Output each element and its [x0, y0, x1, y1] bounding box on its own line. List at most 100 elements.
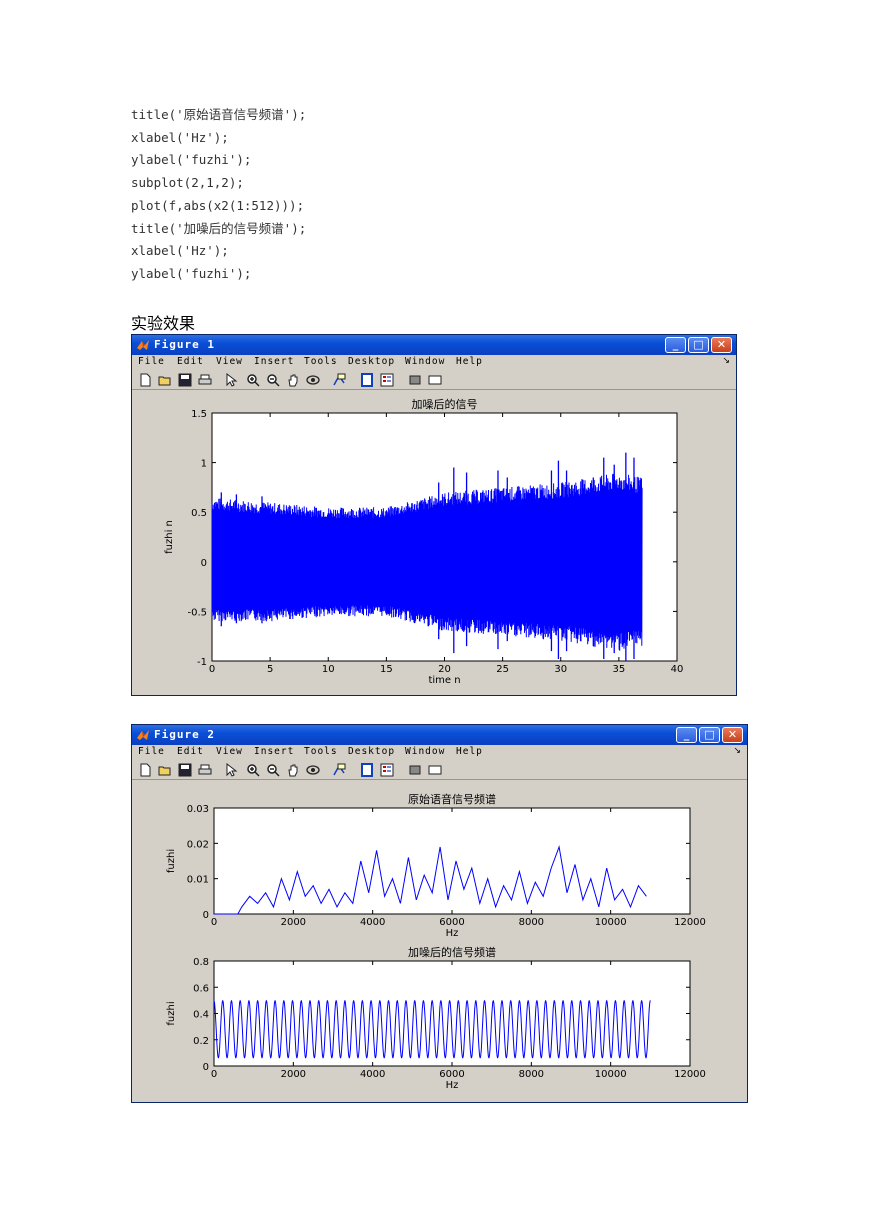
- menu-window[interactable]: Window: [405, 746, 445, 757]
- code-line: title('加噪后的信号频谱');: [131, 220, 307, 236]
- figure2-title-bar[interactable]: Figure 2 _ □ ✕: [132, 725, 747, 745]
- new-file-icon[interactable]: [138, 373, 152, 387]
- show-plot-tools-icon[interactable]: [428, 763, 442, 777]
- section-heading: 实验效果: [131, 314, 196, 333]
- fig1-x-tick-label: 35: [613, 664, 626, 675]
- code-line: subplot(2,1,2);: [131, 175, 244, 191]
- figure2-menubar: File Edit View Insert Tools Desktop Window Help…: [132, 745, 747, 762]
- fig1-y-tick-label: 0: [201, 558, 207, 569]
- save-icon[interactable]: [178, 373, 192, 387]
- open-folder-icon[interactable]: [158, 373, 172, 387]
- close-button[interactable]: ✕: [722, 727, 743, 743]
- hide-plot-tools-icon[interactable]: [408, 373, 422, 387]
- figure2-title: Figure 2: [154, 728, 215, 741]
- menu-desktop[interactable]: Desktop: [348, 746, 395, 757]
- code-line: ylabel('fuzhi');: [131, 152, 252, 168]
- figure1-title-bar[interactable]: Figure 1 _ □ ✕: [132, 335, 736, 355]
- close-button[interactable]: ✕: [711, 337, 732, 353]
- rotate-icon[interactable]: [306, 373, 320, 387]
- menu-help[interactable]: Help: [456, 356, 483, 367]
- print-icon[interactable]: [198, 373, 212, 387]
- print-icon[interactable]: [198, 763, 212, 777]
- pan-icon[interactable]: [286, 373, 300, 387]
- fig2-top-x-tick-label: 4000: [360, 917, 385, 928]
- fig1-y-tick-label: 0.5: [191, 508, 207, 519]
- fig2-top-y-tick-label: 0.03: [187, 804, 209, 815]
- maximize-button[interactable]: □: [699, 727, 720, 743]
- menu-edit[interactable]: Edit: [177, 746, 204, 757]
- menu-desktop[interactable]: Desktop: [348, 356, 395, 367]
- fig2-bottom-title: 加噪后的信号频谱: [408, 945, 496, 959]
- hide-plot-tools-icon[interactable]: [408, 763, 422, 777]
- data-cursor-icon[interactable]: [332, 373, 346, 387]
- fig2-bottom-x-tick-label: 6000: [439, 1069, 464, 1080]
- fig2-bottom-y-tick-label: 0.8: [193, 957, 209, 968]
- show-plot-tools-icon[interactable]: [428, 373, 442, 387]
- zoom-out-icon[interactable]: [266, 763, 280, 777]
- pointer-icon[interactable]: [224, 763, 238, 777]
- fig2-top-y-tick-label: 0.02: [187, 839, 209, 850]
- zoom-in-icon[interactable]: [246, 373, 260, 387]
- fig2-top-axes-box: [213, 807, 691, 915]
- fig2-bottom-x-tick-label: 8000: [519, 1069, 544, 1080]
- figure1-menubar: File Edit View Insert Tools Desktop Window Help…: [132, 355, 736, 372]
- new-file-icon[interactable]: [138, 763, 152, 777]
- fig2-bottom-y-tick-label: 0: [203, 1062, 209, 1073]
- menu-file[interactable]: File: [138, 746, 165, 757]
- menu-insert[interactable]: Insert: [254, 746, 294, 757]
- fig1-x-tick-label: 15: [380, 664, 393, 675]
- open-folder-icon[interactable]: [158, 763, 172, 777]
- fig2-bottom-x-tick-label: 12000: [674, 1069, 706, 1080]
- pointer-icon[interactable]: [224, 373, 238, 387]
- fig2-top-x-tick-label: 10000: [595, 917, 627, 928]
- menu-tools[interactable]: Tools: [304, 746, 338, 757]
- fig2-bottom-x-tick-label: 2000: [281, 1069, 306, 1080]
- fig2-top-x-tick-label: 6000: [439, 917, 464, 928]
- fig2-bottom-x-tick-label: 10000: [595, 1069, 627, 1080]
- dock-arrow-icon[interactable]: ↘: [722, 356, 730, 366]
- colorbar-icon[interactable]: [360, 763, 374, 777]
- fig2-top-x-tick-label: 0: [211, 917, 217, 928]
- dock-arrow-icon[interactable]: ↘: [733, 746, 741, 756]
- save-icon[interactable]: [178, 763, 192, 777]
- fig2-top-xlabel: Hz: [446, 928, 459, 939]
- fig1-xlabel: time n: [428, 675, 460, 686]
- menu-file[interactable]: File: [138, 356, 165, 367]
- pan-icon[interactable]: [286, 763, 300, 777]
- legend-icon[interactable]: [380, 763, 394, 777]
- figure2-plot: 0 2000 4000 6000 8000 10000 12000 0 0.01 0.02 0.03…: [166, 792, 706, 1091]
- fig2-top-ylabel: fuzhi: [166, 849, 177, 873]
- minimize-button[interactable]: _: [665, 337, 686, 353]
- menu-window[interactable]: Window: [405, 356, 445, 367]
- zoom-out-icon[interactable]: [266, 373, 280, 387]
- code-line: ylabel('fuzhi');: [131, 265, 252, 281]
- rotate-icon[interactable]: [306, 763, 320, 777]
- fig2-bottom-y-tick-label: 0.2: [193, 1036, 209, 1047]
- minimize-button[interactable]: _: [676, 727, 697, 743]
- figure2-toolbar: [132, 761, 747, 780]
- menu-insert[interactable]: Insert: [254, 356, 294, 367]
- menu-help[interactable]: Help: [456, 746, 483, 757]
- menu-view[interactable]: View: [216, 356, 243, 367]
- fig1-y-tick-label: -0.5: [187, 607, 207, 618]
- fig2-bottom-y-tick-label: 0.6: [193, 983, 209, 994]
- maximize-button[interactable]: □: [688, 337, 709, 353]
- fig2-bottom-y-tick-label: 0.4: [193, 1010, 209, 1021]
- menu-edit[interactable]: Edit: [177, 356, 204, 367]
- fig2-bottom-xlabel: Hz: [446, 1080, 459, 1091]
- legend-icon[interactable]: [380, 373, 394, 387]
- fig1-y-tick-label: -1: [197, 657, 207, 668]
- code-line: xlabel('Hz');: [131, 129, 229, 145]
- menu-tools[interactable]: Tools: [304, 356, 338, 367]
- fig1-x-tick-label: 40: [671, 664, 684, 675]
- fig1-y-tick-label: 1: [201, 459, 207, 470]
- figure1-window: Figure 1 _ □ ✕ File Edit View Insert Tools De…: [131, 334, 737, 696]
- colorbar-icon[interactable]: [360, 373, 374, 387]
- menu-view[interactable]: View: [216, 746, 243, 757]
- figure1-plot: 0 5 10 15 20 25 30 35 40 -1 -0.5 0 0.5 1 1.5 加噪后的信号 time…: [164, 397, 684, 686]
- zoom-in-icon[interactable]: [246, 763, 260, 777]
- fig2-top-x-tick-label: 8000: [519, 917, 544, 928]
- matlab-logo-icon: [137, 340, 149, 350]
- figure1-toolbar: [132, 371, 736, 390]
- data-cursor-icon[interactable]: [332, 763, 346, 777]
